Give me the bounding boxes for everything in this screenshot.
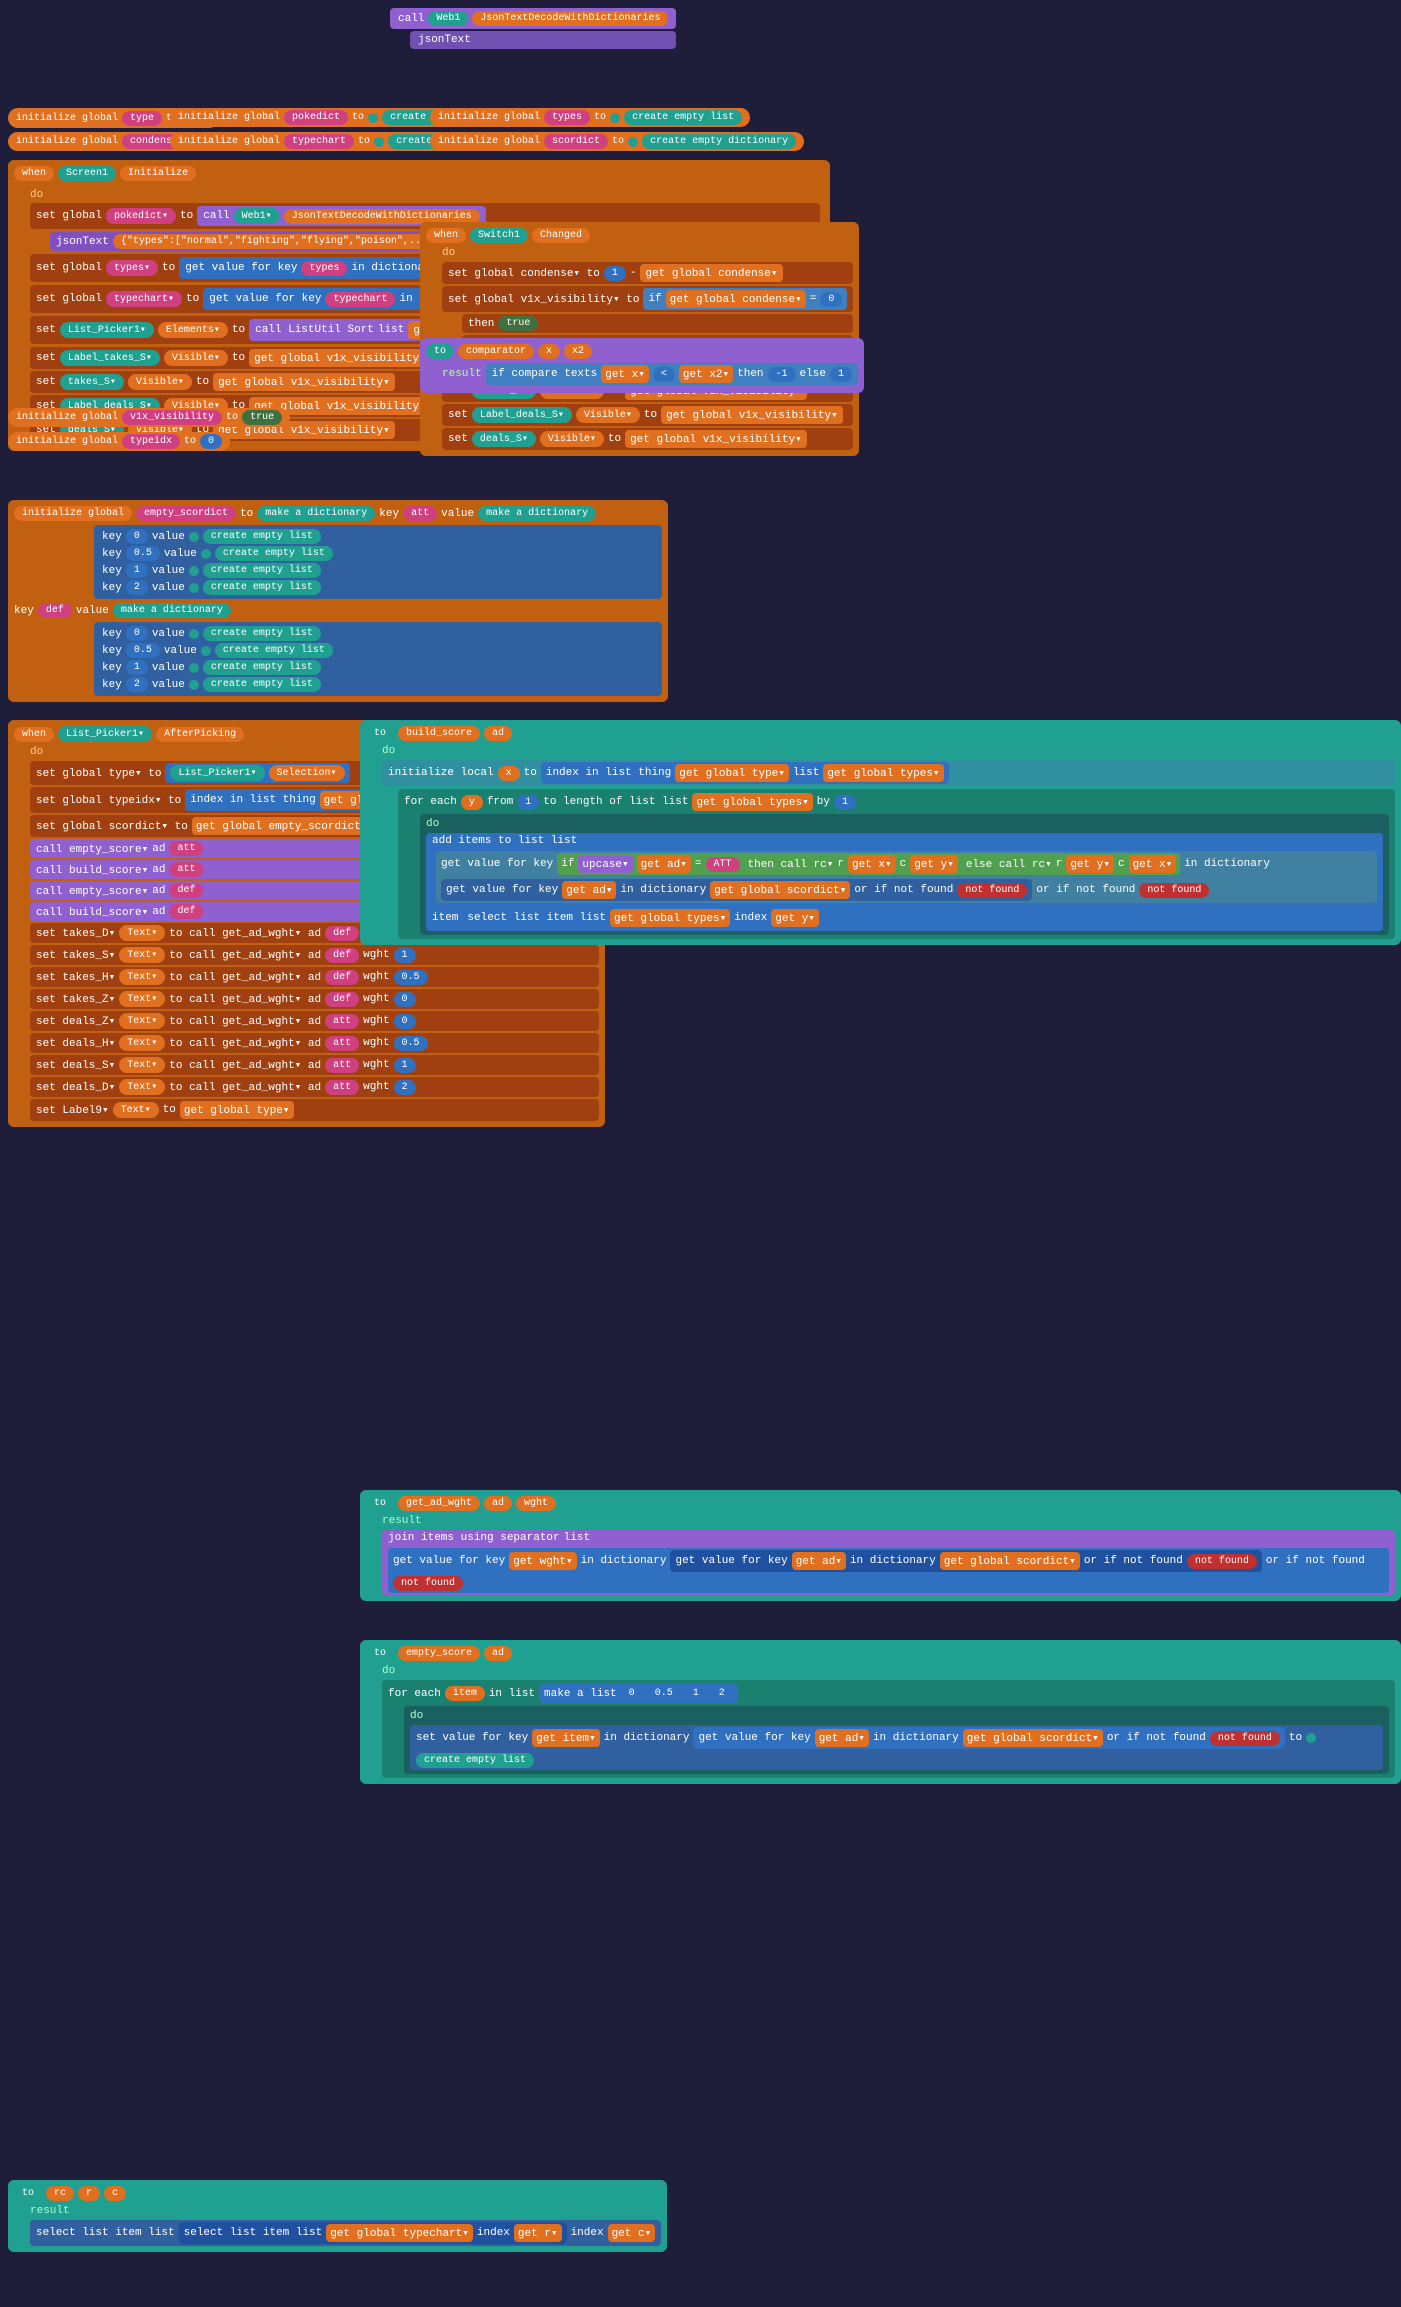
method-pill[interactable]: JsonTextDecodeWithDictionaries — [472, 11, 668, 26]
def-0[interactable]: key0 value create empty list — [102, 626, 654, 641]
switch1-header: when Switch1 Changed — [426, 228, 853, 243]
web1-pill[interactable]: Web1 — [428, 11, 468, 26]
set-deals-d[interactable]: set deals_D▾ Text▾ to call get_ad_wght▾ … — [30, 1077, 599, 1097]
to-rc-container: to rc r c result select list item list s… — [8, 2180, 667, 2252]
def-row: key def value make a dictionary — [14, 603, 662, 618]
def-05[interactable]: key0.5 value create empty list — [102, 643, 654, 658]
init-empty-scordict-header: initialize global empty_scordict to make… — [14, 506, 662, 521]
set-takes-s[interactable]: set takes_S▾ Text▾ to call get_ad_wght▾ … — [30, 945, 599, 965]
empty-score-lines: for each item in list make a list 0 0.5 … — [382, 1680, 1395, 1778]
add-items[interactable]: add items to list list get value for key… — [426, 833, 1383, 931]
def-1[interactable]: key1 value create empty list — [102, 660, 654, 675]
def-2[interactable]: key2 value create empty list — [102, 677, 654, 692]
block-canvas: call Web1 JsonTextDecodeWithDictionaries… — [0, 0, 1401, 2307]
set-condense[interactable]: set global condense▾ to 1 - get global c… — [442, 262, 853, 284]
comparator-header: to comparator x x2 — [426, 344, 858, 359]
join-items[interactable]: join items using separator list get valu… — [382, 1530, 1395, 1595]
set-label9[interactable]: set Label9▾ Text▾ to get global type▾ — [30, 1099, 599, 1121]
call-web1-block[interactable]: call Web1 JsonTextDecodeWithDictionaries — [390, 8, 676, 29]
rc-header: to rc r c — [14, 2186, 661, 2201]
build-score-do: do initialize local x to index in list t… — [366, 745, 1395, 939]
init-scordict[interactable]: initialize global scordict to create emp… — [430, 132, 804, 151]
init-empty-scordict-container: initialize global empty_scordict to make… — [8, 500, 668, 702]
set-deals-h[interactable]: set deals_H▾ Text▾ to call get_ad_wght▾ … — [30, 1033, 599, 1053]
get-ad-wght-header: to get_ad_wght ad wght — [366, 1496, 1395, 1511]
empty-score-inner: do set value for key get item▾ in dictio… — [404, 1706, 1389, 1774]
att-05[interactable]: key0.5 value create empty list — [102, 546, 654, 561]
build-score-header: to build_score ad — [366, 726, 1395, 741]
att-0[interactable]: key0 value create empty list — [102, 529, 654, 544]
set-deals-s[interactable]: set deals_S▾ Text▾ to call get_ad_wght▾ … — [30, 1055, 599, 1075]
comparator-container: to comparator x x2 result if compare tex… — [420, 338, 864, 393]
def-dict: key0 value create empty list key0.5 valu… — [94, 622, 662, 696]
jsontext-param: jsonText — [410, 31, 676, 49]
init-v1x-vis[interactable]: initialize global v1x_visibility to true — [8, 408, 290, 427]
screen1-header: when Screen1 Initialize — [14, 166, 824, 181]
to-get-ad-wght-container: to get_ad_wght ad wght result join items… — [360, 1490, 1401, 1601]
att-dict: key0 value create empty list key0.5 valu… — [94, 525, 662, 599]
init-types-row: initialize global types to create empty … — [430, 108, 750, 127]
then-true: then true — [462, 314, 853, 333]
do-label: do — [30, 189, 820, 201]
empty-score-foreach[interactable]: for each item in list make a list 0 0.5 … — [382, 1680, 1395, 1778]
empty-score-header: to empty_score ad — [366, 1646, 1395, 1661]
init-typeidx[interactable]: initialize global typeidx to 0 — [8, 432, 230, 451]
set-value-key[interactable]: set value for key get item▾ in dictionar… — [410, 1725, 1383, 1770]
rc-result-val[interactable]: select list item list select list item l… — [30, 2220, 661, 2246]
set-takes-z[interactable]: set takes_Z▾ Text▾ to call get_ad_wght▾ … — [30, 989, 599, 1009]
set-takes-h[interactable]: set takes_H▾ Text▾ to call get_ad_wght▾ … — [30, 967, 599, 987]
build-score-do-inner: do add items to list list get value for … — [420, 814, 1389, 935]
empty-score-do: do for each item in list make a list 0 0… — [366, 1665, 1395, 1778]
att-2[interactable]: key2 value create empty list — [102, 580, 654, 595]
build-score-in: for each y from 1 to length of list list… — [398, 789, 1395, 939]
rc-result: result select list item list select list… — [14, 2205, 661, 2246]
init-local-x[interactable]: initialize local x to index in list thin… — [382, 760, 1395, 786]
att-1[interactable]: key1 value create empty list — [102, 563, 654, 578]
init-v1x-vis-row: initialize global v1x_visibility to true — [8, 408, 290, 427]
foreach-item: for each item in list make a list 0 0.5 … — [388, 1684, 1389, 1703]
build-score-lines: initialize local x to index in list thin… — [382, 760, 1395, 939]
init-scordict-row: initialize global scordict to create emp… — [430, 132, 804, 151]
comparator-result: result if compare texts get x▾ < get x2▾… — [442, 363, 858, 385]
top-call-block: call Web1 JsonTextDecodeWithDictionaries… — [390, 8, 676, 49]
set-v1x-vis[interactable]: set global v1x_visibility▾ to if get glo… — [442, 286, 853, 312]
set-deals-z[interactable]: set deals_Z▾ Text▾ to call get_ad_wght▾ … — [30, 1011, 599, 1031]
call-label: call — [398, 13, 424, 25]
to-build-score-container: to build_score ad do initialize local x … — [360, 720, 1401, 945]
init-typeidx-row: initialize global typeidx to 0 — [8, 432, 230, 451]
get-ad-wght-result: result join items using separator list g… — [366, 1515, 1395, 1595]
for-each-y[interactable]: for each y from 1 to length of list list… — [404, 793, 1389, 811]
init-types[interactable]: initialize global types to create empty … — [430, 108, 750, 127]
to-empty-score-container: to empty_score ad do for each item in li… — [360, 1640, 1401, 1784]
